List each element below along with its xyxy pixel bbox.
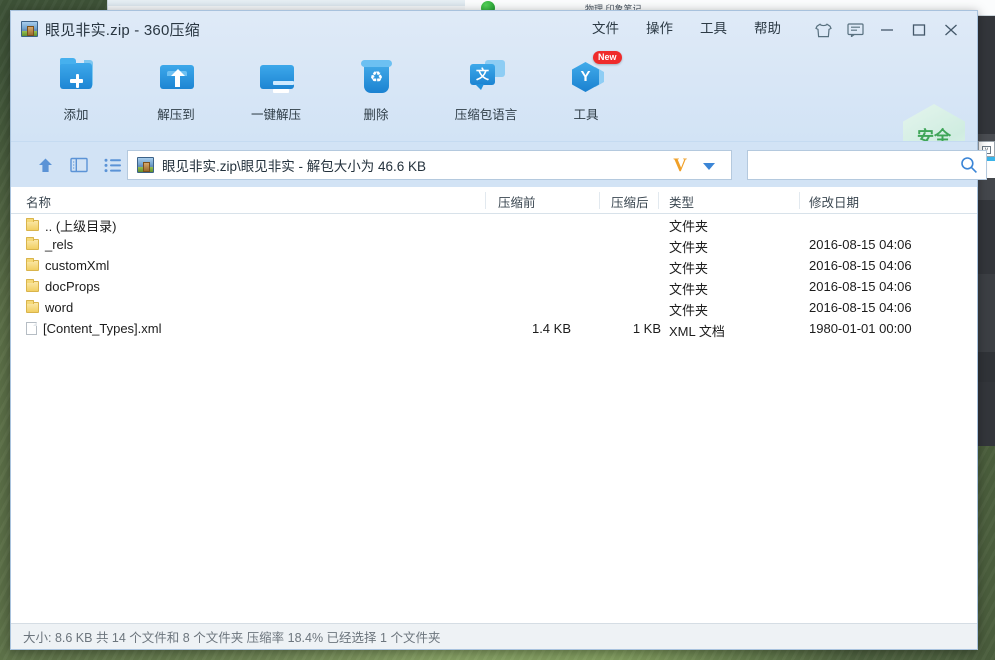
table-row[interactable]: customXml 文件夹 2016-08-15 04:06 [11,256,977,277]
file-name-label: word [45,300,74,315]
verify-v-icon[interactable]: V [673,155,687,177]
toolbar-extract-to-button[interactable]: 解压到 [132,55,220,123]
folder-icon [26,300,39,313]
background-window-strip [108,0,496,6]
archive-icon [137,157,154,173]
column-size-after[interactable]: 压缩后 [611,192,649,211]
background-window-right[interactable] [978,16,995,446]
title-bar[interactable]: 眼见非实.zip - 360压缩 文件 操作 工具 帮助 [11,11,977,47]
cell-type: 文件夹 [669,240,709,255]
toolbar-extract-to-label: 解压到 [157,108,195,122]
toolbar-one-click-extract-button[interactable]: 一键解压 [232,55,320,123]
window-header: 眼见非实.zip - 360压缩 文件 操作 工具 帮助 添加 解压到 一键解压… [11,11,977,172]
bg-right-segment [978,178,995,200]
cell-name: customXml [26,258,109,273]
cell-name: _rels [26,237,73,252]
toolbar-add-label: 添加 [63,108,89,122]
close-icon[interactable] [935,18,967,42]
table-row[interactable]: [Content_Types].xml 1.4 KB 1 KB XML 文档 1980-… [11,319,977,340]
cell-name: word [26,300,73,315]
list-view-icon[interactable] [101,153,125,177]
tools-hex-icon: Y New [563,51,622,101]
feedback-icon[interactable] [839,18,871,42]
compression-app-window: 眼见非实.zip - 360压缩 文件 操作 工具 帮助 添加 解压到 一键解压… [10,10,987,650]
file-list-rows: .. (上级目录) 文件夹 _rels 文件夹 2016-08-15 04:06 cust… [11,214,977,623]
search-input[interactable] [756,151,952,179]
new-badge: New [593,51,622,64]
bg-right-segment [978,274,995,352]
file-name-label: docProps [45,279,100,294]
cell-size-after: 1 KB [632,321,661,336]
file-list-area: 名称 压缩前 压缩后 类型 修改日期 .. (上级目录) 文件夹 _rels 文件夹 2… [11,187,977,623]
cell-modified: 2016-08-15 04:06 [809,237,912,252]
toolbar-delete-label: 删除 [363,108,389,122]
search-box[interactable] [747,150,987,180]
file-name-label: .. (上级目录) [45,219,117,234]
column-type[interactable]: 类型 [669,192,694,211]
folder-icon [26,258,39,271]
folder-add-icon [53,55,99,101]
cell-modified: 2016-08-15 04:06 [809,279,912,294]
minimize-icon[interactable] [871,18,903,42]
folder-icon [26,218,39,231]
file-name-label: [Content_Types].xml [43,321,162,336]
status-bar-text: 大小: 8.6 KB 共 14 个文件和 8 个文件夹 压缩率 18.4% 已经… [23,631,441,645]
table-row[interactable]: .. (上级目录) 文件夹 [11,214,977,235]
toolbar-add-button[interactable]: 添加 [32,55,120,123]
file-name-label: customXml [45,258,110,273]
panel-view-icon[interactable] [67,153,91,177]
menu-bar: 文件 操作 工具 帮助 [592,20,781,38]
toolbar-one-click-extract-label: 一键解压 [250,108,301,122]
cell-name: docProps [26,279,100,294]
column-size-before[interactable]: 压缩前 [498,192,536,211]
toolbar-archive-language-button[interactable]: 文 压缩包语言 [432,55,540,123]
maximize-icon[interactable] [903,18,935,42]
file-name-label: _rels [45,237,74,252]
file-icon [26,322,37,335]
address-path-box[interactable]: 眼见非实.zip\眼见非实 - 解包大小为 46.6 KB V [127,150,732,180]
toolbar-archive-language-label: 压缩包语言 [454,108,518,122]
menu-help[interactable]: 帮助 [754,20,781,38]
menu-tools[interactable]: 工具 [700,20,727,38]
table-row[interactable]: word 文件夹 2016-08-15 04:06 [11,298,977,319]
cell-modified: 2016-08-15 04:06 [809,258,912,273]
cell-type: XML 文档 [669,324,725,339]
folder-extract-icon [153,55,199,101]
address-bar-row: 眼见非实.zip\眼见非实 - 解包大小为 46.6 KB V [11,141,987,187]
folder-icon [26,279,39,292]
main-toolbar: 添加 解压到 一键解压 ♻ 删除 文 压缩包语言 Y New 工具 安全 [11,47,977,172]
window-title: 眼见非实.zip - 360压缩 [45,22,200,39]
cell-modified: 2016-08-15 04:06 [809,300,912,315]
file-list-header: 名称 压缩前 压缩后 类型 修改日期 [11,187,977,214]
cell-type: 文件夹 [669,282,709,297]
skin-icon[interactable] [807,18,839,42]
delete-trash-icon: ♻ [353,55,399,101]
status-bar: 大小: 8.6 KB 共 14 个文件和 8 个文件夹 压缩率 18.4% 已经… [11,623,977,649]
toolbar-delete-button[interactable]: ♻ 删除 [332,55,420,123]
table-row[interactable]: _rels 文件夹 2016-08-15 04:06 [11,235,977,256]
toolbar-tools-button[interactable]: Y New 工具 [542,51,630,123]
table-row[interactable]: docProps 文件夹 2016-08-15 04:06 [11,277,977,298]
column-name[interactable]: 名称 [26,192,51,211]
address-path-text: 眼见非实.zip\眼见非实 - 解包大小为 46.6 KB [162,159,427,174]
cell-type: 文件夹 [669,303,709,318]
menu-actions[interactable]: 操作 [646,20,673,38]
cell-name: .. (上级目录) [26,216,117,235]
archive-icon [21,21,38,37]
search-icon[interactable] [960,156,978,174]
window-controls [807,18,967,42]
toolbar-tools-label: 工具 [573,108,599,122]
one-click-extract-icon [253,55,299,101]
cell-type: 文件夹 [669,219,709,234]
translate-icon: 文 [463,55,509,101]
bg-right-segment [978,352,995,382]
cell-modified: 1980-01-01 00:00 [809,321,912,336]
cell-type: 文件夹 [669,261,709,276]
chevron-down-icon[interactable] [703,163,715,170]
folder-icon [26,237,39,250]
menu-file[interactable]: 文件 [592,20,619,38]
cell-name: [Content_Types].xml [26,321,162,336]
up-arrow-icon[interactable] [33,153,57,177]
column-modified[interactable]: 修改日期 [809,192,859,211]
